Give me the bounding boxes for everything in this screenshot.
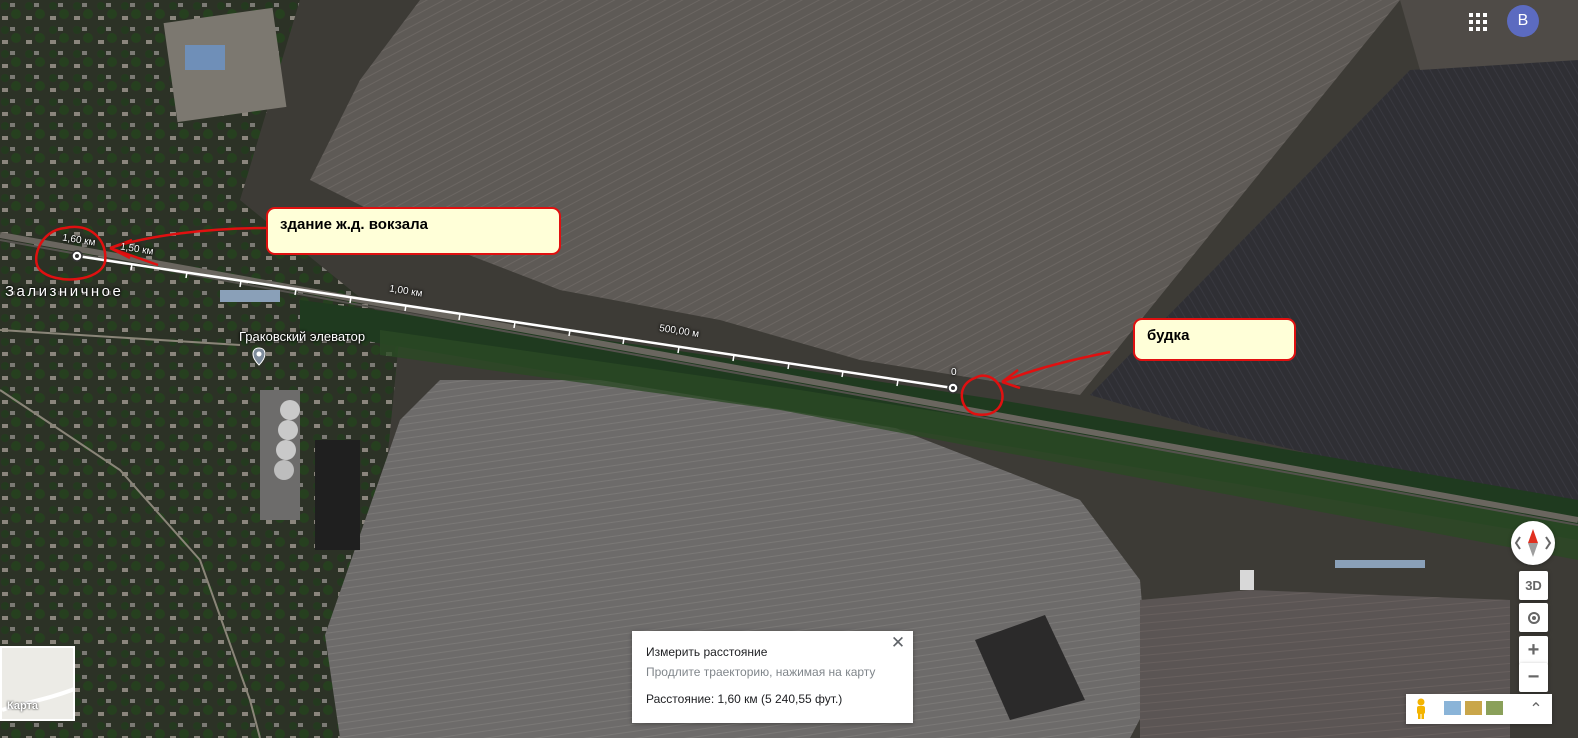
zoom-out-button[interactable]: − <box>1519 663 1548 692</box>
satellite-map[interactable] <box>0 0 1578 738</box>
zoom-in-button[interactable]: + <box>1519 636 1548 665</box>
scale-label: 0 <box>951 367 957 378</box>
measure-distance-card: Измерить расстояние Продлите траекторию,… <box>632 631 913 723</box>
tilt-3d-button[interactable]: 3D <box>1519 571 1548 600</box>
close-icon[interactable]: ✕ <box>889 634 907 652</box>
imagery-bar: ⌃ <box>1406 694 1552 724</box>
compass-button[interactable] <box>1511 521 1555 565</box>
map-type-toggle[interactable]: Карта <box>0 646 75 721</box>
imagery-thumb-icon[interactable] <box>1444 701 1461 715</box>
my-location-button[interactable] <box>1519 603 1548 632</box>
account-avatar[interactable]: B <box>1507 5 1539 37</box>
measure-title: Измерить расстояние <box>646 645 768 659</box>
station-callout: здание ж.д. вокзала <box>266 207 561 255</box>
imagery-thumb-icon[interactable] <box>1486 701 1503 715</box>
measure-hint: Продлите траекторию, нажимая на карту <box>646 665 876 679</box>
booth-callout: будка <box>1133 318 1296 361</box>
imagery-thumb-icon[interactable] <box>1465 701 1482 715</box>
apps-grid-icon[interactable] <box>1468 12 1488 32</box>
place-label[interactable]: Зализничное <box>5 283 123 300</box>
compass-icon <box>1514 529 1552 557</box>
measure-distance: Расстояние: 1,60 км (5 240,55 фут.) <box>646 692 843 706</box>
location-icon <box>1527 611 1540 624</box>
pegman-icon[interactable] <box>1413 698 1429 720</box>
poi-label[interactable]: Граковский элеватор <box>239 329 365 344</box>
expand-chevron-icon[interactable]: ⌃ <box>1526 696 1546 720</box>
map-type-label: Карта <box>7 700 39 712</box>
